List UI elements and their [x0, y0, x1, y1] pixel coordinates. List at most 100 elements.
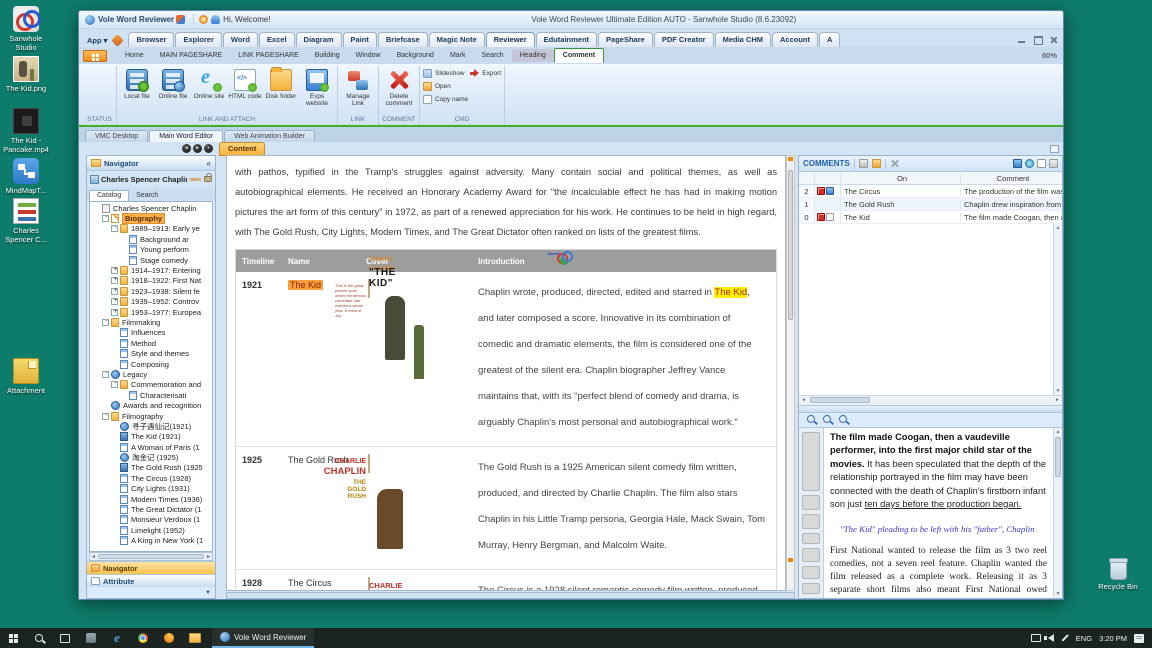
film-row[interactable]: 1921 The Kid This is the great picture u…	[236, 272, 776, 447]
tree-item[interactable]: The Gold Rush (1925	[90, 463, 212, 473]
notification-center-icon[interactable]	[1134, 634, 1144, 643]
export-icon[interactable]	[1049, 159, 1058, 168]
taskbar-active-app[interactable]: Vole Word Reviewer	[212, 628, 314, 648]
scroll-left-icon[interactable]: ◄	[801, 397, 806, 403]
tree-expander-icon[interactable]	[102, 319, 109, 326]
tree-item[interactable]: Charles Spencer Chaplin	[90, 203, 212, 213]
tree-item[interactable]: Legacy	[90, 369, 212, 379]
tree-item[interactable]: City Lights (1931)	[90, 484, 212, 494]
ribbon-tab[interactable]: PageShare	[598, 32, 653, 47]
recycle-bin-icon[interactable]: Recycle Bin	[1095, 560, 1141, 591]
comments-horizontal-scrollbar[interactable]: ◄ ►	[799, 395, 1062, 405]
ribbon-tab[interactable]: Explorer	[175, 32, 221, 47]
clock-icon[interactable]	[199, 15, 208, 24]
accordion-navigator[interactable]: Navigator	[87, 561, 215, 574]
sub-tab[interactable]: Background	[389, 49, 442, 62]
collapsed-row[interactable]	[802, 533, 820, 544]
column-comment[interactable]: Comment	[961, 174, 1062, 183]
toolbar-small-button[interactable]: Copy name	[423, 93, 468, 106]
pen-icon[interactable]	[1061, 635, 1068, 642]
quick-launch-button[interactable]	[83, 50, 107, 62]
tree-item[interactable]: Awards and recognition	[90, 400, 212, 410]
ribbon-tab[interactable]: Browser	[128, 32, 174, 47]
title-bar[interactable]: Vole Word Reviewer Hi, Welcome! Vole Wor…	[79, 11, 1063, 29]
ribbon-tab[interactable]: Diagram	[296, 32, 342, 47]
toolbar-button[interactable]: Online site	[192, 67, 226, 100]
scroll-thumb[interactable]	[1055, 437, 1061, 477]
taskbar-icon[interactable]	[156, 628, 182, 648]
ribbon-tab[interactable]: PDF Creator	[654, 32, 714, 47]
scroll-right-icon[interactable]: ►	[206, 554, 211, 560]
tree-item[interactable]: A Woman of Paris (1	[90, 442, 212, 452]
column-on[interactable]: On	[841, 174, 961, 183]
tree-item[interactable]: 1923–1938: Silent fe	[90, 286, 212, 296]
desktop-icon[interactable]: The Kid.png	[3, 56, 49, 93]
document-tab[interactable]: VMC Desktop	[85, 130, 148, 142]
tab-search[interactable]: Search	[129, 191, 165, 201]
toolbar-small-button[interactable]: Export	[470, 67, 501, 80]
tree-item[interactable]: Young perform	[90, 245, 212, 255]
taskbar-icon[interactable]	[78, 628, 104, 648]
document-page[interactable]: with pathos, typified in the Tramp's str…	[226, 155, 786, 591]
comment-row[interactable]: 1 The Gold Rush Chaplin drew inspiration…	[799, 198, 1062, 211]
tree-item[interactable]: Method	[90, 338, 212, 348]
tree-item[interactable]: Biography	[90, 213, 212, 223]
film-poster[interactable]: This is the great picture upon which the…	[368, 279, 370, 298]
ribbon-tab[interactable]: Paint	[343, 32, 377, 47]
sub-tab[interactable]: Search	[474, 49, 512, 62]
tree-item[interactable]: 1953–1977: Europea	[90, 307, 212, 317]
delete-icon[interactable]	[890, 159, 899, 168]
taskbar-icon[interactable]	[0, 628, 26, 648]
tree-item[interactable]: Modern Times (1936)	[90, 494, 212, 504]
tree-item[interactable]: Style and themes	[90, 348, 212, 358]
tree-expander-icon[interactable]	[111, 288, 118, 295]
tree-expander-icon[interactable]	[111, 381, 118, 388]
document-horizontal-scrollbar[interactable]	[226, 592, 795, 599]
ribbon-tab[interactable]: Edutainment	[536, 32, 597, 47]
collapsed-row[interactable]	[802, 495, 820, 510]
desktop-icon[interactable]: MindMapT...	[3, 158, 49, 195]
tree-expander-icon[interactable]	[111, 298, 118, 305]
sub-tab[interactable]: Heading	[512, 49, 554, 62]
sub-tab[interactable]: MAIN PAGESHARE	[152, 49, 231, 62]
tree-item[interactable]: Stage comedy	[90, 255, 212, 265]
maximize-button[interactable]	[1033, 36, 1043, 44]
scroll-thumb[interactable]	[810, 397, 870, 403]
toolbar-button[interactable]: Delete comment	[382, 67, 416, 107]
scroll-thumb[interactable]	[98, 554, 204, 559]
collapsed-row[interactable]	[802, 432, 820, 492]
collapsed-row[interactable]	[802, 566, 820, 579]
tree-item[interactable]: 1914–1917: Entering	[90, 265, 212, 275]
toolbar-button[interactable]: HTML code	[228, 67, 262, 100]
shield-icon[interactable]	[176, 15, 185, 24]
film-row[interactable]: 1928 The Circus CHARLIE CHAPLIN "the CIR…	[236, 570, 776, 591]
content-tab[interactable]: Content	[219, 142, 265, 156]
toolbar-button[interactable]: Evps website	[300, 67, 334, 107]
brush-icon[interactable]	[872, 159, 881, 168]
ribbon-tab[interactable]: A	[819, 32, 840, 47]
sub-tab[interactable]: Home	[117, 49, 152, 62]
detail-vertical-scrollbar[interactable]: ▲▼	[1053, 428, 1062, 599]
tree-item[interactable]: Limelight (1952)	[90, 525, 212, 535]
taskbar-icon[interactable]	[26, 628, 52, 648]
taskbar-icon[interactable]	[182, 628, 208, 648]
pin-panel-icon[interactable]	[1050, 145, 1059, 153]
collapsed-row[interactable]	[802, 514, 820, 529]
tree-item[interactable]: Background ar	[90, 234, 212, 244]
navigator-header[interactable]: Navigator «	[87, 156, 215, 171]
compass-icon[interactable]	[112, 34, 125, 47]
film-poster[interactable]: CHARLIE CHAPLIN "the CIRCUS"	[368, 577, 370, 591]
scroll-thumb[interactable]	[788, 170, 793, 320]
ribbon-tab[interactable]: Magic Note	[429, 32, 485, 47]
tree-item[interactable]: 1918–1922: First Nat	[90, 276, 212, 286]
collapsed-row[interactable]	[802, 583, 820, 594]
volume-icon[interactable]	[1048, 634, 1054, 642]
tree-item[interactable]: 1939–1952: Controv	[90, 297, 212, 307]
ribbon-tab[interactable]: Media CHM	[715, 32, 771, 47]
toolbar-small-button[interactable]: Open	[423, 80, 468, 93]
tree-item[interactable]: Filmography	[90, 411, 212, 421]
document-vertical-scrollbar[interactable]	[786, 155, 795, 591]
tree-item[interactable]: Influences	[90, 328, 212, 338]
document-tab[interactable]: Main Word Editor	[149, 130, 223, 142]
taskbar-icon[interactable]	[104, 628, 130, 648]
